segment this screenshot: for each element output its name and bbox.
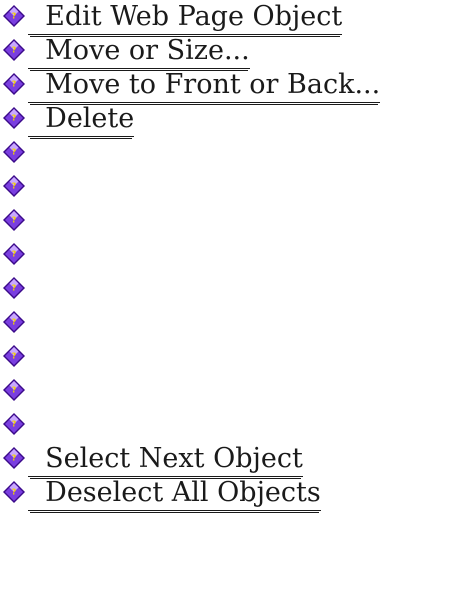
help-row-empty[interactable]: ?	[0, 204, 475, 238]
help-link-move-or-size[interactable]: Move or Size...	[28, 36, 250, 69]
help-diamond-icon[interactable]: ?	[2, 72, 26, 96]
help-row-empty[interactable]: ?	[0, 374, 475, 408]
help-topic-list: ? Edit Web Page Object ? Move or Size...…	[0, 0, 475, 511]
help-diamond-icon[interactable]: ?	[2, 480, 26, 504]
svg-text:?: ?	[12, 182, 17, 191]
svg-text:?: ?	[12, 12, 17, 21]
help-diamond-icon[interactable]: ?	[2, 208, 26, 232]
help-diamond-icon[interactable]: ?	[2, 344, 26, 368]
help-diamond-icon[interactable]: ?	[2, 242, 26, 266]
help-row-empty[interactable]: ?	[0, 340, 475, 374]
svg-text:?: ?	[12, 250, 17, 259]
help-row-edit-web-page-object[interactable]: ? Edit Web Page Object	[0, 0, 475, 35]
svg-text:?: ?	[12, 352, 17, 361]
help-diamond-icon[interactable]: ?	[2, 412, 26, 436]
svg-text:?: ?	[12, 80, 17, 89]
svg-text:?: ?	[12, 454, 17, 463]
help-link-edit-web-page-object[interactable]: Edit Web Page Object	[28, 2, 343, 35]
svg-text:?: ?	[12, 386, 17, 395]
help-diamond-icon[interactable]: ?	[2, 310, 26, 334]
help-link-deselect-all-objects[interactable]: Deselect All Objects	[28, 478, 321, 511]
help-diamond-icon[interactable]: ?	[2, 106, 26, 130]
svg-text:?: ?	[12, 318, 17, 327]
help-diamond-icon[interactable]: ?	[2, 378, 26, 402]
help-link-select-next-object[interactable]: Select Next Object	[28, 444, 303, 477]
help-diamond-icon[interactable]: ?	[2, 4, 26, 28]
help-row-empty[interactable]: ?	[0, 170, 475, 204]
svg-text:?: ?	[12, 114, 17, 123]
svg-text:?: ?	[12, 488, 17, 497]
help-row-delete[interactable]: ? Delete	[0, 102, 475, 137]
help-row-empty[interactable]: ?	[0, 306, 475, 340]
help-diamond-icon[interactable]: ?	[2, 38, 26, 62]
svg-text:?: ?	[12, 420, 17, 429]
svg-text:?: ?	[12, 284, 17, 293]
help-row-empty[interactable]: ?	[0, 238, 475, 272]
help-link-delete[interactable]: Delete	[28, 104, 135, 137]
help-link-move-to-front-or-back[interactable]: Move to Front or Back...	[28, 70, 381, 103]
svg-text:?: ?	[12, 216, 17, 225]
help-diamond-icon[interactable]: ?	[2, 446, 26, 470]
help-row-select-next-object[interactable]: ? Select Next Object	[0, 442, 475, 477]
help-row-move-or-size[interactable]: ? Move or Size...	[0, 34, 475, 69]
help-row-empty[interactable]: ?	[0, 136, 475, 170]
help-diamond-icon[interactable]: ?	[2, 276, 26, 300]
help-row-empty[interactable]: ?	[0, 408, 475, 442]
help-diamond-icon[interactable]: ?	[2, 174, 26, 198]
svg-text:?: ?	[12, 46, 17, 55]
help-row-deselect-all-objects[interactable]: ? Deselect All Objects	[0, 476, 475, 511]
help-diamond-icon[interactable]: ?	[2, 140, 26, 164]
help-row-empty[interactable]: ?	[0, 272, 475, 306]
svg-text:?: ?	[12, 148, 17, 157]
help-row-move-to-front-or-back[interactable]: ? Move to Front or Back...	[0, 68, 475, 103]
